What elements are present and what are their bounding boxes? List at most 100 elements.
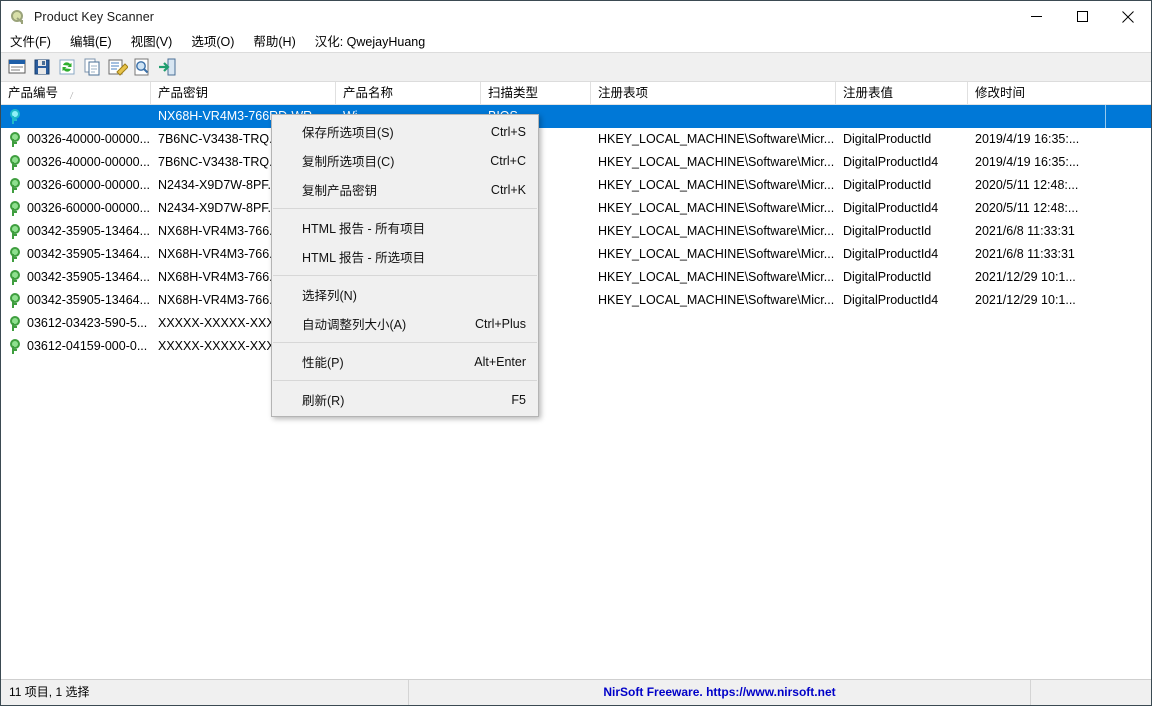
window-title: Product Key Scanner — [34, 10, 154, 24]
status-nirsoft-link[interactable]: NirSoft Freeware. https://www.nirsoft.ne… — [409, 680, 1031, 705]
exit-icon[interactable] — [156, 56, 178, 78]
close-button[interactable] — [1105, 1, 1151, 32]
table-row[interactable]: 00342-35905-13464...NX68H-VR4M3-766...HK… — [1, 220, 1151, 243]
cell-modified_time: 2021/6/8 11:33:31 — [968, 243, 1088, 266]
ctx-properties-accelerator: Alt+Enter — [456, 355, 526, 369]
status-item-count: 11 项目, 1 选择 — [1, 680, 409, 705]
ctx-copy-selected-accelerator: Ctrl+C — [472, 154, 526, 168]
refresh-icon[interactable] — [56, 56, 78, 78]
cell-registry_key: HKEY_LOCAL_MACHINE\Software\Micr... — [591, 174, 836, 197]
translator-credit: 汉化: QwejayHuang — [315, 32, 425, 52]
table-row[interactable]: 00326-40000-00000...7B6NC-V3438-TRQ...HK… — [1, 128, 1151, 151]
ctx-refresh-accelerator: F5 — [493, 393, 526, 407]
cell-modified_time: 2021/12/29 10:1... — [968, 289, 1088, 312]
cell-product-id-label: 00342-35905-13464... — [27, 266, 150, 289]
key-icon — [8, 270, 22, 286]
key-icon — [10, 9, 26, 25]
ctx-properties-label: 性能(P) — [302, 352, 344, 371]
table-row[interactable]: NX68H-VR4M3-766RD-WR...Wi...BIOS — [1, 105, 1151, 128]
toolbar — [1, 52, 1151, 82]
cell-modified_time: 2020/5/11 12:48:... — [968, 174, 1088, 197]
cell-product_id: 00342-35905-13464... — [1, 266, 151, 289]
cell-product-id-label: 00342-35905-13464... — [27, 289, 150, 312]
key-icon — [8, 178, 22, 194]
cell-product-id-label: 00342-35905-13464... — [27, 243, 150, 266]
ctx-properties[interactable]: 性能(P) Alt+Enter — [272, 347, 538, 376]
table-row[interactable]: 03612-04159-000-0...XXXXX-XXXXX-XXX — [1, 335, 1151, 358]
column-header-product-name[interactable]: 产品名称 — [336, 82, 481, 104]
cell-registry_value: DigitalProductId — [836, 128, 968, 151]
list-rows: NX68H-VR4M3-766RD-WR...Wi...BIOS00326-40… — [1, 105, 1151, 358]
column-header-registry-value[interactable]: 注册表值 — [836, 82, 968, 104]
cell-product-id-label: 00326-40000-00000... — [27, 128, 150, 151]
column-header-registry-key[interactable]: 注册表项 — [591, 82, 836, 104]
html-report-icon[interactable] — [106, 56, 128, 78]
cell-product-id-label: 03612-04159-000-0... — [27, 335, 147, 358]
app-window: Product Key Scanner 文件(F) 编辑(E) 视图(V) 选项… — [0, 0, 1152, 706]
save-icon[interactable] — [31, 56, 53, 78]
ctx-copy-selected[interactable]: 复制所选项目(C) Ctrl+C — [272, 146, 538, 175]
key-icon — [8, 109, 22, 125]
menu-help[interactable]: 帮助(H) — [253, 32, 295, 52]
column-header-product-id[interactable]: 产品编号 ⁄ — [1, 82, 151, 104]
cell-product_id: 03612-04159-000-0... — [1, 335, 151, 358]
key-icon — [8, 132, 22, 148]
cell-product-id-label: 00326-60000-00000... — [27, 174, 150, 197]
ctx-autosize-columns[interactable]: 自动调整列大小(A)Ctrl+Plus — [272, 309, 538, 338]
ctx-choose-columns[interactable]: 选择列(N) — [272, 280, 538, 309]
table-row[interactable]: 00342-35905-13464...NX68H-VR4M3-766...HK… — [1, 289, 1151, 312]
ctx-save-selected-accelerator: Ctrl+S — [473, 125, 526, 139]
menu-file[interactable]: 文件(F) — [10, 32, 51, 52]
ctx-copy-selected-label: 复制所选项目(C) — [302, 151, 394, 170]
table-row[interactable]: 00326-60000-00000...N2434-X9D7W-8PF...HK… — [1, 197, 1151, 220]
cell-registry_key: HKEY_LOCAL_MACHINE\Software\Micr... — [591, 266, 836, 289]
column-header-scan-type[interactable]: 扫描类型 — [481, 82, 591, 104]
find-icon[interactable] — [131, 56, 153, 78]
table-row[interactable]: 00326-60000-00000...N2434-X9D7W-8PF...HK… — [1, 174, 1151, 197]
cell-modified_time: 2021/12/29 10:1... — [968, 266, 1088, 289]
ctx-autosize-columns-accelerator: Ctrl+Plus — [457, 317, 526, 331]
ctx-save-selected[interactable]: 保存所选项目(S) Ctrl+S — [272, 117, 538, 146]
cell-registry_key: HKEY_LOCAL_MACHINE\Software\Micr... — [591, 243, 836, 266]
cell-registry_value: DigitalProductId4 — [836, 197, 968, 220]
menu-view[interactable]: 视图(V) — [131, 32, 173, 52]
ctx-refresh[interactable]: 刷新(R) F5 — [272, 385, 538, 414]
key-icon — [8, 201, 22, 217]
ctx-refresh-label: 刷新(R) — [302, 390, 344, 409]
table-row[interactable]: 00342-35905-13464...NX68H-VR4M3-766...HK… — [1, 266, 1151, 289]
ctx-save-selected-label: 保存所选项目(S) — [302, 122, 394, 141]
menu-bar: 文件(F) 编辑(E) 视图(V) 选项(O) 帮助(H) 汉化: Qwejay… — [1, 32, 1151, 52]
column-header-modified-time[interactable]: 修改时间 — [968, 82, 1088, 104]
table-row[interactable]: 00326-40000-00000...7B6NC-V3438-TRQ...HK… — [1, 151, 1151, 174]
column-header-product-key[interactable]: 产品密钥 — [151, 82, 336, 104]
key-list[interactable]: 产品编号 ⁄ 产品密钥 产品名称 扫描类型 注册表项 注册表值 修改时间 NX6… — [1, 82, 1151, 683]
context-menu-separator — [273, 275, 537, 276]
minimize-button[interactable] — [1013, 1, 1059, 32]
ctx-copy-product-key-label: 复制产品密钥 — [302, 180, 377, 199]
column-header-product-id-label: 产品编号 — [8, 86, 58, 100]
cell-registry_value: DigitalProductId — [836, 266, 968, 289]
ctx-html-report-all[interactable]: HTML 报告 - 所有项目 — [272, 213, 538, 242]
ctx-copy-product-key[interactable]: 复制产品密钥Ctrl+K — [272, 175, 538, 204]
context-menu-separator — [273, 208, 537, 209]
title-bar: Product Key Scanner — [1, 1, 1151, 32]
cell-registry_value: DigitalProductId — [836, 174, 968, 197]
cell-product_id: 00326-40000-00000... — [1, 128, 151, 151]
ctx-html-report-selected[interactable]: HTML 报告 - 所选项目 — [272, 242, 538, 271]
maximize-button[interactable] — [1059, 1, 1105, 32]
cell-registry_key: HKEY_LOCAL_MACHINE\Software\Micr... — [591, 289, 836, 312]
context-menu[interactable]: 保存所选项目(S)Ctrl+S复制所选项目(C)Ctrl+C复制产品密钥Ctrl… — [271, 114, 539, 417]
copy-icon[interactable] — [81, 56, 103, 78]
cell-product_id: 00326-60000-00000... — [1, 197, 151, 220]
list-header: 产品编号 ⁄ 产品密钥 产品名称 扫描类型 注册表项 注册表值 修改时间 — [1, 82, 1151, 105]
status-spare — [1031, 680, 1151, 705]
properties-window-icon[interactable] — [6, 56, 28, 78]
cell-product_id: 03612-03423-590-5... — [1, 312, 151, 335]
status-bar: 11 项目, 1 选择 NirSoft Freeware. https://ww… — [1, 679, 1151, 705]
menu-edit[interactable]: 编辑(E) — [70, 32, 112, 52]
cell-product_id: 00342-35905-13464... — [1, 289, 151, 312]
table-row[interactable]: 03612-03423-590-5...XXXXX-XXXXX-XXX — [1, 312, 1151, 335]
table-row[interactable]: 00342-35905-13464...NX68H-VR4M3-766...HK… — [1, 243, 1151, 266]
ctx-html-report-selected-label: HTML 报告 - 所选项目 — [302, 247, 425, 266]
menu-options[interactable]: 选项(O) — [191, 32, 234, 52]
